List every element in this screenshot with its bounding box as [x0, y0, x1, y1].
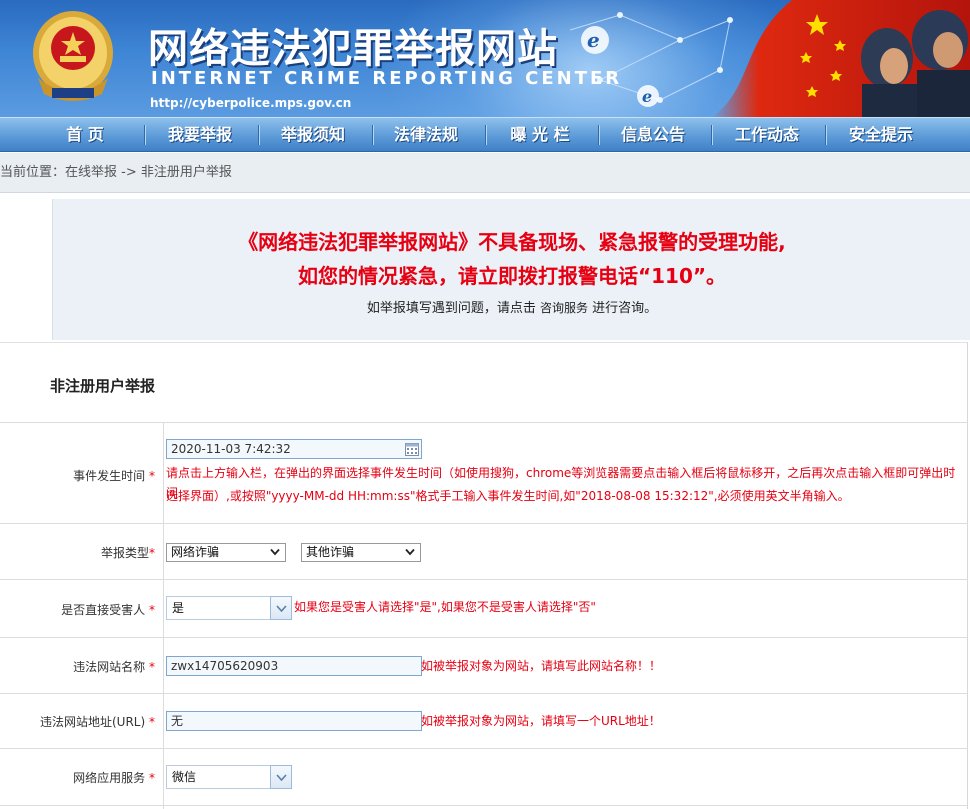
dropdown-button[interactable] — [270, 596, 292, 620]
site-name-label: 违法网站名称 * — [73, 658, 155, 675]
form-title: 非注册用户举报 — [50, 377, 156, 395]
nav-item-notice[interactable]: 举报须知 — [263, 118, 363, 152]
nav-separator — [711, 125, 713, 145]
required-mark: * — [149, 715, 155, 729]
app-service-label-text: 网络应用服务 — [73, 771, 146, 785]
site-url-value: 无 — [171, 714, 184, 728]
site-url-hint: 如被举报对象为网站，请填写一个URL地址！ — [421, 714, 661, 728]
site-name-input[interactable]: zwx14705620903 — [166, 656, 422, 676]
required-mark: * — [149, 603, 155, 617]
site-title-en: INTERNET CRIME REPORTING CENTER — [151, 68, 623, 89]
nav-item-report[interactable]: 我要举报 — [150, 118, 250, 152]
notice-help-prefix: 如举报填写遇到问题，请点击 — [366, 301, 540, 316]
site-url: http://cyberpolice.mps.gov.cn — [150, 96, 352, 110]
flag-and-police-image — [712, 0, 970, 117]
police-emblem-icon — [33, 11, 113, 101]
row-divider — [0, 805, 968, 806]
event-time-value: 2020-11-03 7:42:32 — [171, 442, 291, 456]
event-time-label-text: 事件发生时间 — [73, 469, 146, 483]
chevron-down-icon — [270, 548, 280, 556]
event-time-label: 事件发生时间 * — [73, 467, 155, 484]
direct-victim-hint: 如果您是受害人请选择"是",如果您不是受害人请选择"否" — [294, 600, 596, 614]
chevron-down-icon — [276, 774, 287, 781]
direct-victim-label-text: 是否直接受害人 — [61, 603, 146, 617]
row-divider — [0, 637, 968, 638]
nav-item-work-news[interactable]: 工作动态 — [717, 118, 817, 152]
site-banner: e e 网络违法犯罪举报网站 INTERNET CRIME REPORTING … — [0, 0, 970, 117]
event-time-input[interactable]: 2020-11-03 7:42:32 — [166, 439, 422, 459]
required-mark: * — [149, 771, 155, 785]
site-name-value: zwx14705620903 — [171, 659, 279, 673]
report-type-main-value: 网络诈骗 — [171, 545, 220, 559]
nav-separator — [372, 125, 374, 145]
site-url-label: 违法网站地址(URL) * — [40, 713, 155, 730]
emergency-notice: 《网络违法犯罪举报网站》不具备现场、紧急报警的受理功能, 如您的情况紧急，请立即… — [52, 199, 970, 340]
required-mark: * — [149, 469, 155, 483]
site-url-input[interactable]: 无 — [166, 711, 422, 731]
consult-service-link[interactable]: 咨询服务 — [540, 301, 588, 315]
report-type-main-select[interactable]: 网络诈骗 — [166, 543, 286, 562]
row-divider — [0, 693, 968, 694]
row-divider — [0, 748, 968, 749]
svg-text:e: e — [587, 28, 600, 52]
event-time-hint-2: 选择界面）,或按照"yyyy-MM-dd HH:mm:ss"格式手工输入事件发生… — [166, 489, 850, 503]
nav-separator — [485, 125, 487, 145]
report-type-label-text: 举报类型 — [100, 546, 149, 560]
row-divider — [0, 579, 968, 580]
site-name-hint: 如被举报对象为网站，请填写此网站名称！！ — [421, 659, 662, 673]
app-service-select[interactable]: 微信 — [166, 765, 292, 789]
svg-text:e: e — [642, 87, 652, 106]
row-divider — [0, 422, 968, 423]
nav-item-announcements[interactable]: 信息公告 — [603, 118, 703, 152]
report-form: 非注册用户举报 事件发生时间 * 2020-11-03 7:42:32 请点击上… — [0, 342, 968, 809]
direct-victim-label: 是否直接受害人 * — [61, 601, 155, 618]
site-title: 网络违法犯罪举报网站 — [148, 26, 558, 72]
app-service-label: 网络应用服务 * — [73, 769, 155, 786]
report-type-sub-value: 其他诈骗 — [306, 545, 355, 559]
required-mark: * — [149, 546, 155, 560]
site-name-label-text: 违法网站名称 — [73, 660, 146, 674]
row-divider — [0, 523, 968, 524]
nav-separator — [825, 125, 827, 145]
required-mark: * — [149, 660, 155, 674]
chevron-down-icon — [276, 605, 287, 612]
nav-item-exposure[interactable]: 曝 光 栏 — [490, 118, 590, 152]
chevron-down-icon — [405, 548, 415, 556]
column-divider — [163, 423, 164, 809]
app-service-value: 微信 — [172, 770, 197, 784]
nav-item-laws[interactable]: 法律法规 — [376, 118, 476, 152]
report-type-label: 举报类型* — [101, 544, 155, 561]
nav-separator — [144, 125, 146, 145]
report-type-sub-select[interactable]: 其他诈骗 — [301, 543, 421, 562]
main-nav: 首 页 我要举报 举报须知 法律法规 曝 光 栏 信息公告 工作动态 安全提示 — [0, 117, 970, 152]
nav-separator — [258, 125, 260, 145]
nav-item-home[interactable]: 首 页 — [35, 118, 135, 152]
site-url-label-text: 违法网站地址(URL) — [40, 715, 146, 729]
direct-victim-select[interactable]: 是 — [166, 596, 292, 620]
notice-help-suffix: 进行咨询。 — [588, 301, 658, 316]
nav-separator — [598, 125, 600, 145]
direct-victim-value: 是 — [172, 601, 185, 615]
notice-line-1: 《网络违法犯罪举报网站》不具备现场、紧急报警的受理功能, — [238, 230, 786, 254]
dropdown-button[interactable] — [270, 765, 292, 789]
breadcrumb: 当前位置：在线举报 -> 非注册用户举报 — [0, 153, 970, 193]
calendar-icon[interactable] — [405, 442, 419, 456]
notice-line-3: 如举报填写遇到问题，请点击 咨询服务 进行咨询。 — [53, 297, 970, 316]
notice-line-2: 如您的情况紧急，请立即拨打报警电话“110”。 — [297, 264, 727, 288]
nav-item-safety-tips[interactable]: 安全提示 — [831, 118, 931, 152]
